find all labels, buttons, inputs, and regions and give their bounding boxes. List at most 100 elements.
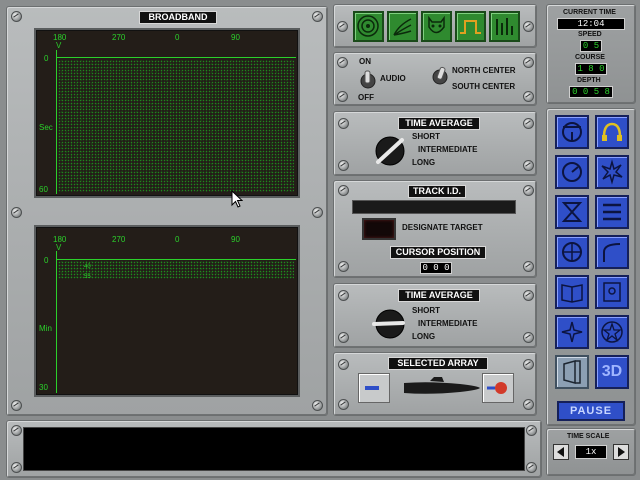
screw [523,185,534,196]
screw [337,91,348,102]
screw [523,399,534,410]
depth-label: DEPTH [577,77,601,84]
speed-label: SPEED [578,31,602,38]
north-center-label: NORTH CENTER [452,66,516,75]
y-label-mid: Min [39,324,52,333]
gauge-station-button[interactable] [555,155,589,189]
bow-array-icon [487,382,507,394]
navigation-station-button[interactable] [595,235,629,269]
short-label: SHORT [412,132,440,141]
broadband-mode-button[interactable] [455,11,486,42]
torpedo-station-button[interactable] [555,195,589,229]
screw [523,118,534,129]
screw [312,207,323,218]
y-axis [56,251,57,393]
audio-label: AUDIO [380,74,406,83]
exit-station-button[interactable] [555,355,589,389]
mask-button[interactable] [421,11,452,42]
south-center-label: SOUTH CENTER [452,82,516,91]
mode-button-panel [333,4,537,48]
screw [523,261,534,272]
concentric-circles-icon [357,15,379,37]
devil-mask-icon [428,15,445,34]
array-center-switch[interactable] [430,65,450,92]
track-id-field[interactable] [352,200,516,214]
intermediate-label: INTERMEDIATE [418,145,478,154]
y-label-top: 0 [44,54,49,63]
sound-waves-icon [393,18,412,36]
periscope-station-button[interactable] [555,235,589,269]
sonar-station-button[interactable] [555,115,589,149]
screw [338,359,349,370]
array-selector-left-button[interactable] [358,373,390,403]
depth-readout: 0 0 5 8 [569,86,613,98]
waves-button[interactable] [387,11,418,42]
screw [11,462,22,473]
x-axis [56,259,296,260]
hourglass-icon [561,202,583,222]
narrowband-target-button[interactable] [353,11,384,42]
audio-panel: ON OFF AUDIO NORTH CENTER SOUTH CENTER [333,52,537,106]
broadband-upper-display[interactable]: 180 270 0 90 V 0 Sec 60 [34,28,300,198]
time-scale-increase-button[interactable] [613,444,629,460]
screw [526,425,537,436]
message-panel [6,420,542,478]
y-label-bottom: 30 [39,383,48,392]
bearing-label: 90 [231,33,240,42]
screw [338,261,349,272]
weapons-station-button[interactable] [595,155,629,189]
screw [338,160,349,171]
spectrum-button[interactable] [489,11,520,42]
menu-lines-icon [603,203,621,221]
y-label-top: 0 [44,256,49,265]
broadband-panel: BROADBAND 180 270 0 90 V 0 Sec 60 180 27… [6,6,328,416]
menu-station-button[interactable] [595,195,629,229]
headphones-icon [602,122,622,141]
selected-array-panel: SELECTED ARRAY [333,352,537,416]
bearing-label: 0 [175,33,180,42]
audio-station-button[interactable] [595,115,629,149]
time-scale-panel: TIME SCALE 1x [546,428,636,476]
designate-target-button[interactable] [362,218,396,240]
compass-station-button[interactable] [555,315,589,349]
array-selector-right-button[interactable] [482,373,514,403]
time-scale-readout: 1x [575,445,607,459]
selected-array-title: SELECTED ARRAY [388,357,488,370]
gauge-icon [562,162,582,182]
mouse-pointer-icon [231,190,243,208]
designate-target-label: DESIGNATE TARGET [402,223,483,232]
bearing-label: 0 [175,235,180,244]
time-average-knob[interactable] [370,132,410,173]
broadband-lower-display[interactable]: 180 270 0 90 V 0 Min 30 40 55 [34,225,300,397]
3d-view-button[interactable]: 3D [595,355,629,389]
screw [11,11,22,22]
submarine-silhouette-icon [390,377,480,394]
curved-path-icon [603,243,621,262]
screw [338,399,349,410]
contact-blip: 40 [84,264,91,270]
time-average-knob[interactable] [370,305,410,346]
rank-station-button[interactable] [595,315,629,349]
towed-array-icon [365,386,379,390]
door-icon [563,360,581,384]
screw [337,57,348,68]
time-scale-decrease-button[interactable] [553,444,569,460]
y-axis [56,50,57,194]
long-label: LONG [412,332,436,341]
track-id-title: TRACK I.D. [408,185,466,198]
screw [338,185,349,196]
audio-toggle-switch[interactable] [358,69,378,96]
screw [11,400,22,411]
star-badge-icon [601,321,623,343]
broadband-wave-icon [460,20,481,34]
pause-button[interactable]: PAUSE [557,401,625,421]
arrow-right-icon [618,447,625,457]
broadband-noise [58,261,294,279]
current-time-readout: 12:04 [557,18,625,30]
course-label: COURSE [575,54,605,61]
helm-wheel-icon [562,122,582,142]
screw [338,290,349,301]
time-average-panel-2: TIME AVERAGE SHORT INTERMEDIATE LONG [333,283,537,348]
log-station-button[interactable] [595,275,629,309]
manual-station-button[interactable] [555,275,589,309]
